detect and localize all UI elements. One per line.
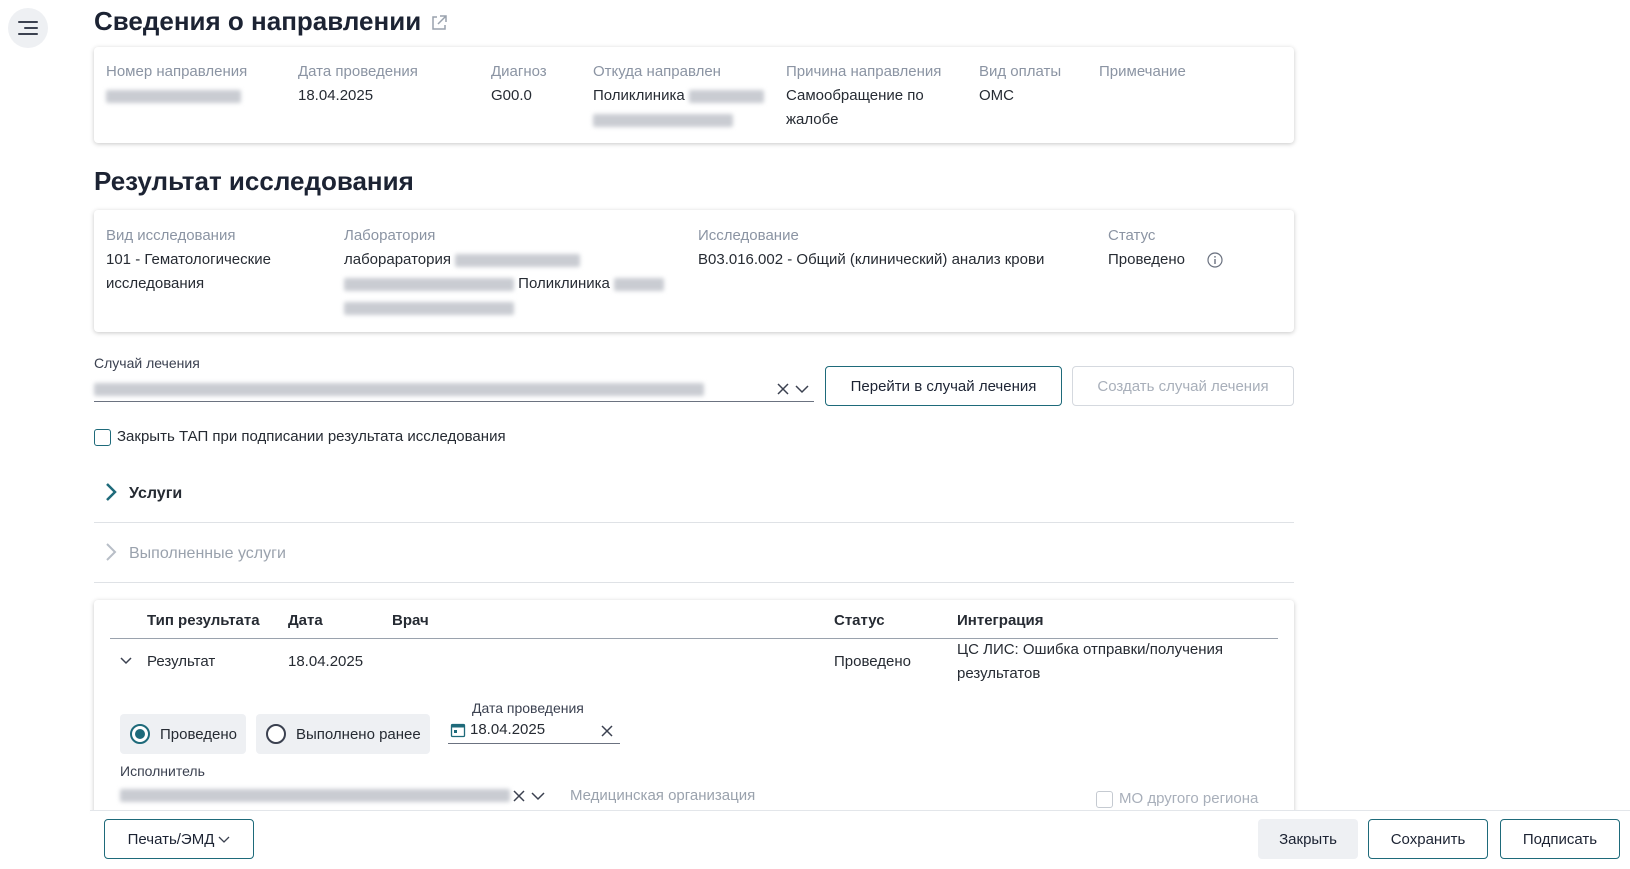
status-value: Проведено: [1108, 251, 1185, 268]
direction-card: Номер направления Дата проведения 18.04.…: [94, 47, 1294, 143]
referral-reason-value: Самообращение по жалобе: [786, 87, 924, 128]
services-section[interactable]: Услуги: [94, 467, 1294, 523]
referred-from-label: Откуда направлен: [593, 63, 721, 80]
clear-icon[interactable]: [600, 724, 614, 738]
th-result-type: Тип результата: [147, 612, 260, 629]
footer-bar: Печать/ЭМД Закрыть Сохранить Подписать: [90, 810, 1630, 869]
laboratory-label: Лаборатория: [344, 227, 436, 244]
payment-type-label: Вид оплаты: [979, 63, 1062, 80]
study-type-value: 101 - Гематологические исследования: [106, 251, 271, 292]
create-treatment-case-button[interactable]: Создать случай лечения: [1072, 366, 1294, 406]
direction-date-label: Дата проведения: [298, 63, 418, 80]
th-doctor: Врач: [392, 612, 429, 629]
chevron-right-icon: [106, 543, 117, 561]
executor-label: Исполнитель: [120, 763, 205, 779]
other-region-checkbox[interactable]: [1096, 791, 1113, 808]
chevron-right-icon: [106, 483, 117, 501]
done-services-title: Выполненные услуги: [129, 545, 286, 562]
diagnosis-value: G00.0: [491, 87, 532, 104]
chevron-down-icon[interactable]: [794, 382, 810, 396]
study-value: B03.016.002 - Общий (клинический) анализ…: [698, 251, 1045, 268]
laboratory-text: лабораратория: [344, 251, 451, 268]
row-integration: ЦС ЛИС: Ошибка отправки/получения резуль…: [957, 641, 1224, 682]
radio-earlier-label: Выполнено ранее: [296, 725, 421, 743]
radio-done-label: Проведено: [160, 725, 237, 743]
payment-type-value: ОМС: [979, 87, 1014, 104]
result-card: Вид исследования 101 - Гематологические …: [94, 210, 1294, 332]
other-region-label: МО другого региона: [1119, 790, 1259, 807]
direction-date-value: 18.04.2025: [298, 87, 374, 104]
referred-from-text: Поликлиника: [593, 87, 685, 104]
radio-done-earlier[interactable]: Выполнено ранее: [256, 714, 430, 754]
diagnosis-label: Диагноз: [491, 63, 547, 80]
row-date: 18.04.2025: [288, 653, 364, 670]
print-emd-button[interactable]: Печать/ЭМД: [104, 819, 254, 859]
radio-done-indicator[interactable]: [130, 724, 150, 744]
results-table-card: Тип результата Дата Врач Статус Интеграц…: [94, 600, 1294, 815]
treatment-case-select[interactable]: [94, 378, 814, 402]
sign-button[interactable]: Подписать: [1500, 819, 1620, 859]
exec-date-input[interactable]: 18.04.2025: [448, 718, 620, 744]
info-icon[interactable]: [1207, 252, 1223, 268]
direction-number-label: Номер направления: [106, 63, 248, 80]
calendar-icon[interactable]: [450, 722, 466, 738]
note-label: Примечание: [1099, 63, 1186, 80]
laboratory-text-2: Поликлиника: [518, 275, 610, 292]
chevron-down-icon[interactable]: [119, 655, 133, 667]
th-status: Статус: [834, 612, 885, 629]
chevron-down-icon[interactable]: [530, 789, 546, 803]
save-button[interactable]: Сохранить: [1368, 819, 1488, 859]
referral-reason-label: Причина направления: [786, 63, 942, 80]
med-org-input[interactable]: Медицинская организация: [570, 787, 755, 804]
treatment-case-label: Случай лечения: [94, 355, 200, 371]
done-services-section[interactable]: Выполненные услуги: [94, 527, 1294, 583]
row-status: Проведено: [834, 653, 911, 670]
direction-number-value: [106, 84, 241, 108]
th-integration: Интеграция: [957, 612, 1044, 629]
referred-from-value: Поликлиника: [593, 84, 773, 132]
exec-date-value: 18.04.2025: [470, 721, 546, 738]
chevron-down-icon: [218, 836, 230, 843]
close-button[interactable]: Закрыть: [1258, 819, 1358, 859]
exec-date-label: Дата проведения: [472, 700, 584, 716]
radio-done[interactable]: Проведено: [120, 714, 246, 754]
external-link-icon[interactable]: [430, 14, 448, 32]
radio-earlier-indicator[interactable]: [266, 724, 286, 744]
clear-icon[interactable]: [512, 789, 526, 803]
close-tap-label: Закрыть ТАП при подписании результата ис…: [117, 428, 506, 445]
study-type-label: Вид исследования: [106, 227, 236, 244]
services-title: Услуги: [129, 485, 183, 502]
laboratory-value: лабораратория Поликлиника: [344, 248, 674, 320]
direction-title: Сведения о направлении: [94, 6, 422, 36]
result-title: Результат исследования: [94, 166, 414, 196]
goto-treatment-case-button[interactable]: Перейти в случай лечения: [825, 366, 1062, 406]
executor-select[interactable]: [120, 784, 550, 808]
th-date: Дата: [288, 612, 323, 629]
row-result-type: Результат: [147, 653, 216, 670]
menu-button[interactable]: [8, 8, 48, 48]
print-emd-label: Печать/ЭМД: [127, 830, 215, 848]
close-tap-checkbox[interactable]: [94, 429, 111, 446]
status-label: Статус: [1108, 227, 1156, 244]
clear-icon[interactable]: [776, 382, 790, 396]
study-label: Исследование: [698, 227, 799, 244]
